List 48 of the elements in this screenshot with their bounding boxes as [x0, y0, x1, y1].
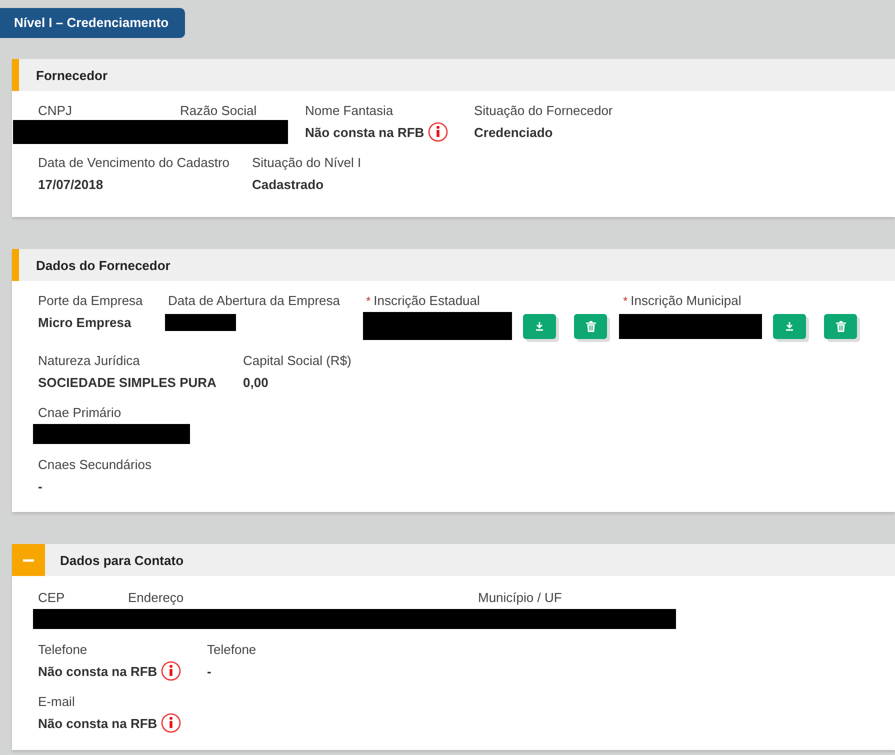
- delete-button[interactable]: [574, 314, 607, 338]
- field-value: Credenciado: [474, 124, 553, 140]
- field-label: Cnae Primário: [38, 405, 122, 420]
- field-value: 17/07/2018: [38, 176, 104, 192]
- collapse-button[interactable]: [12, 544, 45, 576]
- download-icon: [535, 322, 544, 330]
- field-label: Cnaes Secundários: [38, 457, 152, 472]
- field-value: -: [38, 478, 42, 494]
- field-label: * Inscrição Municipal: [623, 293, 742, 308]
- field-label: Porte da Empresa: [38, 293, 144, 308]
- field-value: -: [207, 664, 212, 678]
- section-tab[interactable]: Nível I – Credenciamento: [0, 8, 185, 38]
- info-icon[interactable]: [161, 713, 182, 733]
- field-label: Data de Abertura da Empresa: [168, 293, 341, 308]
- field-value: SOCIEDADE SIMPLES PURA: [38, 374, 216, 390]
- info-icon[interactable]: [161, 661, 182, 681]
- field-label: Telefone: [38, 642, 88, 657]
- field-label: CEP: [38, 590, 66, 605]
- field-label: Endereço: [128, 590, 185, 605]
- field-value: Cadastrado: [252, 176, 324, 192]
- field-label: Município / UF: [478, 590, 563, 605]
- field-label: Situação do Fornecedor: [474, 103, 614, 118]
- field-label: Nome Fantasia: [305, 103, 394, 118]
- redaction-bar: [165, 314, 236, 330]
- download-button[interactable]: [773, 314, 806, 338]
- section-title: Dados para Contato: [60, 552, 184, 568]
- field-label: Situação do Nível I: [252, 155, 362, 170]
- trash-icon: [836, 320, 846, 332]
- trash-icon: [586, 320, 596, 332]
- field-label: E-mail: [38, 694, 76, 709]
- field-label: Razão Social: [180, 103, 258, 118]
- field-label: Data de Vencimento do Cadastro: [38, 155, 231, 170]
- field-value: Micro Empresa: [38, 314, 132, 330]
- delete-button[interactable]: [824, 314, 857, 338]
- field-label: Telefone: [207, 642, 258, 657]
- field-value: Não consta na RFB: [305, 124, 424, 140]
- info-icon[interactable]: [428, 122, 448, 142]
- field-value: Não consta na RFB: [38, 664, 158, 678]
- field-label: * Inscrição Estadual: [366, 293, 481, 308]
- field-label: Natureza Jurídica: [38, 353, 141, 368]
- section-title: Fornecedor: [36, 68, 108, 82]
- field-value: 0,00: [243, 374, 268, 390]
- download-icon: [785, 322, 794, 330]
- field-label: CNPJ: [38, 103, 73, 118]
- download-button[interactable]: [523, 314, 556, 338]
- field-value: Não consta na RFB: [38, 716, 158, 730]
- field-label: Capital Social (R$): [243, 353, 352, 368]
- section-title: Dados do Fornecedor: [36, 258, 170, 272]
